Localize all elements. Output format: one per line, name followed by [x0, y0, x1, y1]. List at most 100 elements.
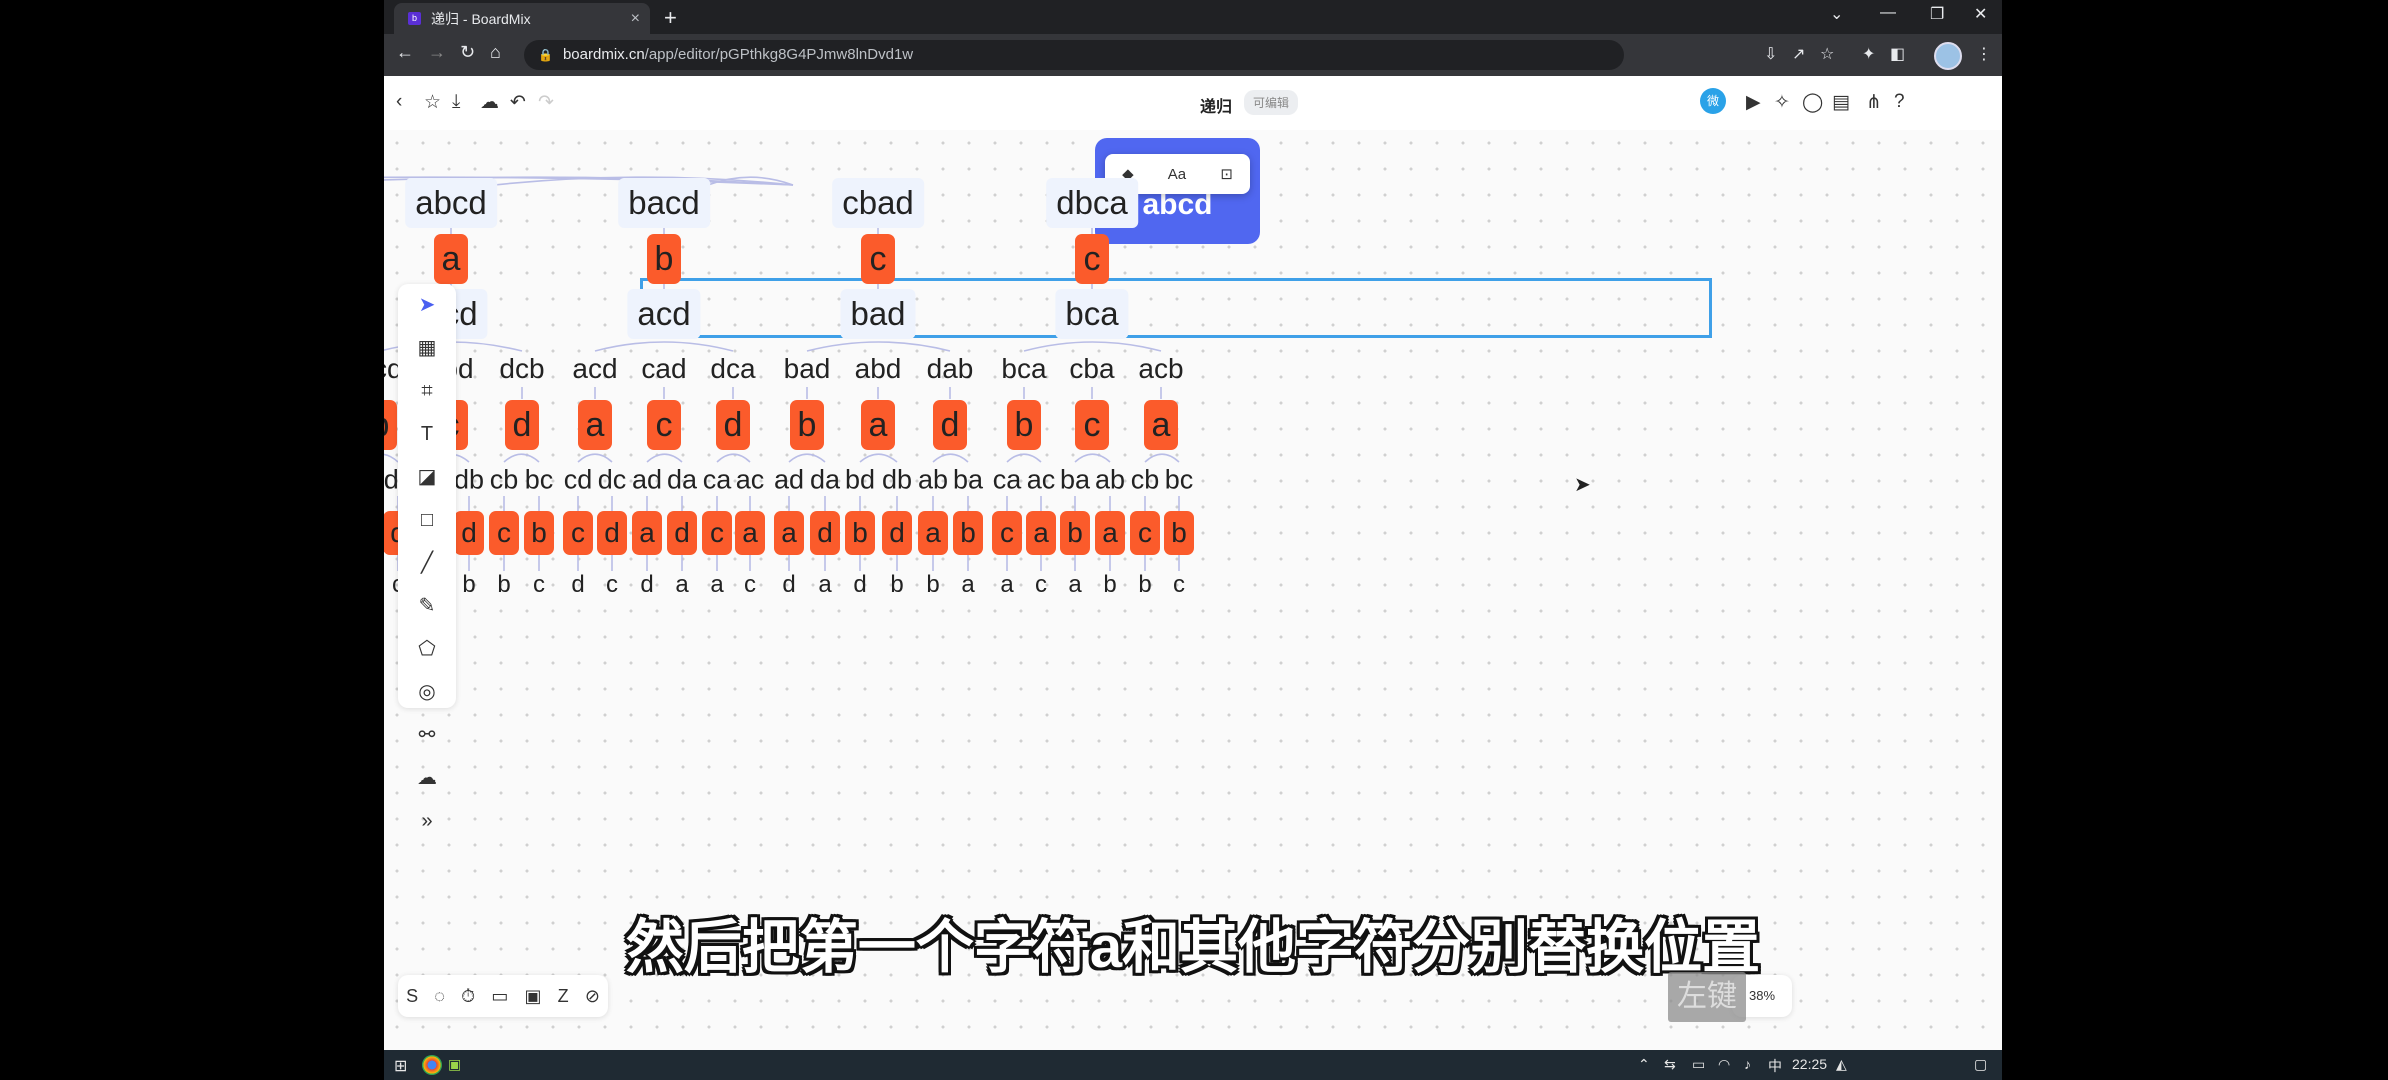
clock-time[interactable]: 22:25	[1792, 1056, 1827, 1072]
level4-swap-badge[interactable]: a	[632, 511, 662, 555]
timer-icon[interactable]: ⏱	[461, 986, 475, 1007]
level1-swap-badge[interactable]: c	[861, 234, 895, 284]
play-icon[interactable]: ▶	[1746, 91, 1761, 114]
video-icon[interactable]: ▣	[524, 986, 541, 1007]
level1-swap-badge[interactable]: a	[434, 234, 468, 284]
level4-swap-badge[interactable]: b	[1164, 511, 1194, 555]
help-icon[interactable]: ?	[1894, 91, 1905, 113]
level4-swap-badge[interactable]: a	[918, 511, 948, 555]
profile-avatar[interactable]	[1934, 42, 1962, 70]
chrome-taskbar-icon[interactable]	[422, 1055, 442, 1075]
history-icon[interactable]: ⊘	[585, 986, 600, 1007]
menu-icon[interactable]: ⋮	[1976, 44, 1992, 64]
mindmap-icon[interactable]: ⚯	[398, 714, 456, 757]
redo-icon[interactable]: ↷	[538, 91, 554, 114]
level3-swap-badge[interactable]: d	[716, 400, 750, 450]
download-icon[interactable]: ⤓	[452, 91, 460, 113]
polygon-icon[interactable]: ⬠	[398, 628, 456, 671]
level3-swap-badge[interactable]: b	[1007, 400, 1041, 450]
level1-swap-badge[interactable]: b	[647, 234, 681, 284]
ai-icon[interactable]: ◎	[398, 671, 456, 714]
level4-swap-badge[interactable]: d	[882, 511, 912, 555]
level3-swap-badge[interactable]: a	[578, 400, 612, 450]
level4-swap-badge[interactable]: a	[735, 511, 765, 555]
tray-volume-icon[interactable]: ♪	[1744, 1056, 1751, 1072]
close-window-button[interactable]: ✕	[1974, 4, 1987, 24]
layout-icon[interactable]: ▤	[1832, 91, 1850, 114]
cloud-icon[interactable]: ☁	[480, 91, 499, 114]
level4-swap-badge[interactable]: b	[845, 511, 875, 555]
level1-node[interactable]: dbca	[1046, 178, 1138, 228]
ime-indicator[interactable]: 中	[1768, 1056, 1782, 1076]
new-tab-button[interactable]: +	[664, 5, 677, 31]
level1-swap-badge[interactable]: c	[1075, 234, 1109, 284]
level3-swap-badge[interactable]: a	[861, 400, 895, 450]
document-title[interactable]: 递归	[1200, 93, 1232, 117]
tray-app-icon[interactable]: ◭	[1836, 1056, 1847, 1073]
text-icon[interactable]: T	[398, 413, 456, 456]
level4-swap-badge[interactable]: c	[489, 511, 519, 555]
restore-button[interactable]: ❐	[1930, 4, 1944, 24]
level1-node[interactable]: abcd	[405, 178, 497, 228]
level4-swap-badge[interactable]: b	[524, 511, 554, 555]
back-icon[interactable]: ←	[396, 42, 414, 63]
level4-swap-badge[interactable]: d	[597, 511, 627, 555]
level3-swap-badge[interactable]: a	[1144, 400, 1178, 450]
extensions-icon[interactable]: ✦	[1862, 44, 1875, 64]
level2-node[interactable]: bca	[1055, 289, 1129, 339]
swap-icon[interactable]: S	[406, 986, 418, 1007]
shapes-icon[interactable]: ◌	[434, 986, 445, 1007]
level3-swap-badge[interactable]: d	[933, 400, 967, 450]
tray-up-icon[interactable]: ⌃	[1638, 1056, 1650, 1073]
level4-swap-badge[interactable]: b	[1060, 511, 1090, 555]
select-icon[interactable]: ➤	[398, 284, 456, 327]
level1-node[interactable]: cbad	[832, 178, 924, 228]
tab-search-icon[interactable]: ⌄	[1830, 4, 1843, 24]
level2-node[interactable]: bad	[840, 289, 916, 339]
pen-icon[interactable]: ✎	[398, 585, 456, 628]
notification-icon[interactable]: ▢	[1974, 1056, 1987, 1073]
back-icon[interactable]: ‹	[396, 91, 402, 113]
shape-icon[interactable]: □	[398, 499, 456, 542]
sidepanel-icon[interactable]: ◧	[1890, 44, 1905, 64]
zoom-tool-icon[interactable]: Z	[558, 986, 569, 1007]
level4-swap-badge[interactable]: a	[1095, 511, 1125, 555]
tab-close-icon[interactable]: ×	[631, 10, 640, 28]
app-taskbar-icon[interactable]: ▣	[448, 1056, 461, 1073]
level4-swap-badge[interactable]: c	[702, 511, 732, 555]
reload-icon[interactable]: ↻	[460, 42, 475, 63]
wechat-icon[interactable]: 微	[1700, 88, 1726, 114]
level1-node[interactable]: bacd	[618, 178, 710, 228]
level3-swap-badge[interactable]: c	[647, 400, 681, 450]
level3-swap-badge[interactable]: b	[790, 400, 824, 450]
line-icon[interactable]: ╱	[398, 542, 456, 585]
level4-swap-badge[interactable]: d	[810, 511, 840, 555]
level3-swap-badge[interactable]: b	[384, 400, 397, 450]
forward-icon[interactable]: →	[428, 42, 446, 63]
windows-start-icon[interactable]: ⊞	[394, 1056, 407, 1076]
frame-icon[interactable]: ⌗	[398, 370, 456, 413]
browser-tab[interactable]: b 递归 - BoardMix ×	[394, 3, 650, 34]
level4-swap-badge[interactable]: a	[774, 511, 804, 555]
sticky-note-icon[interactable]: ◪	[398, 456, 456, 499]
undo-icon[interactable]: ↶	[510, 91, 526, 114]
tray-wifi-icon[interactable]: ◠	[1718, 1056, 1730, 1073]
level4-swap-badge[interactable]: d	[454, 511, 484, 555]
address-bar[interactable]: 🔒 boardmix.cn/app/editor/pGPthkg8G4PJmw8l…	[524, 40, 1624, 70]
chat-icon[interactable]: ▭	[491, 986, 508, 1007]
font-style-button[interactable]: Aa	[1168, 166, 1186, 183]
comment-icon[interactable]: ◯	[1802, 91, 1823, 114]
whiteboard-canvas[interactable]: abcd ◆ Aa ⊡ abcdabcdbacdbacdcbadcbaddbca…	[384, 130, 2002, 1050]
level2-node[interactable]: acd	[627, 289, 701, 339]
upload-icon[interactable]: ☁	[398, 757, 456, 800]
tray-sync-icon[interactable]: ⇆	[1664, 1056, 1676, 1073]
share-icon[interactable]: ⋔	[1866, 91, 1882, 114]
lock-node-icon[interactable]: ⊡	[1220, 165, 1233, 183]
template-icon[interactable]: ▦	[398, 327, 456, 370]
home-icon[interactable]: ⌂	[490, 42, 501, 63]
level4-swap-badge[interactable]: d	[667, 511, 697, 555]
level3-swap-badge[interactable]: d	[505, 400, 539, 450]
level4-swap-badge[interactable]: c	[1130, 511, 1160, 555]
level4-swap-badge[interactable]: c	[992, 511, 1022, 555]
level4-swap-badge[interactable]: c	[563, 511, 593, 555]
